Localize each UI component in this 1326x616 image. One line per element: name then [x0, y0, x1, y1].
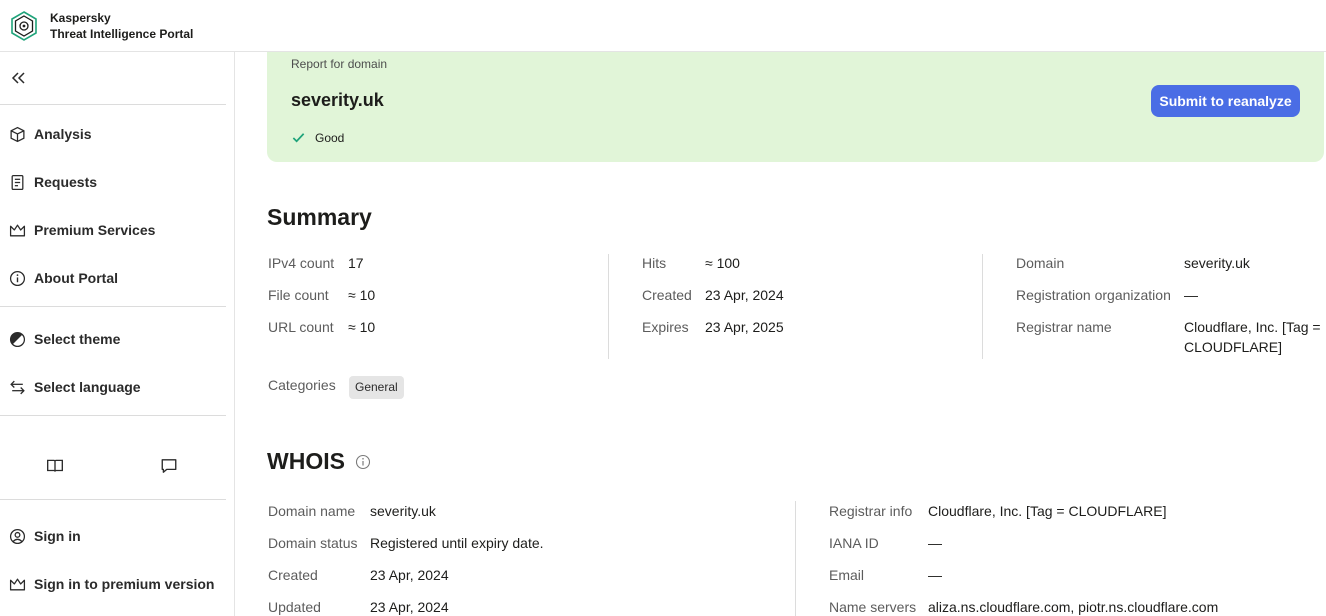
report-label: Report for domain: [291, 57, 388, 71]
info-icon[interactable]: [355, 454, 371, 470]
brand-subtitle: Threat Intelligence Portal: [50, 26, 194, 41]
registration-organization-label: Registration organization: [1016, 287, 1171, 303]
sidebar-item-premium-services[interactable]: Premium Services: [9, 218, 155, 242]
hits-label: Hits: [642, 255, 667, 271]
chat-icon[interactable]: [160, 457, 178, 475]
iana-id-label: IANA ID: [829, 535, 879, 551]
sidebar-divider: [0, 306, 226, 307]
column-divider: [795, 501, 796, 616]
top-header: Kaspersky Threat Intelligence Portal: [0, 0, 1326, 52]
theme-icon: [9, 331, 26, 347]
created-label: Created: [642, 287, 692, 303]
document-icon: [11, 174, 24, 190]
brand-title: Kaspersky: [50, 10, 111, 25]
sidebar-item-label: Premium Services: [34, 222, 156, 238]
category-chip[interactable]: General: [349, 376, 404, 399]
expires-value: 23 Apr, 2025: [705, 319, 784, 335]
url-count-label: URL count: [268, 319, 334, 335]
categories-label: Categories: [268, 377, 336, 393]
language-icon: [10, 380, 25, 394]
sidebar-item-label: Sign in to premium version: [34, 576, 215, 592]
hits-value: ≈ 100: [705, 255, 740, 271]
sidebar-item-about-portal[interactable]: About Portal: [9, 266, 118, 290]
submit-to-reanalyze-button[interactable]: Submit to reanalyze: [1151, 85, 1300, 117]
column-divider: [608, 254, 609, 359]
whois-updated-label: Updated: [268, 599, 321, 615]
sidebar-item-label: Requests: [34, 174, 98, 190]
sidebar-item-requests[interactable]: Requests: [9, 170, 97, 194]
sidebar-divider: [0, 499, 226, 500]
cube-icon: [10, 126, 25, 142]
file-count-label: File count: [268, 287, 329, 303]
domain-name-label: Domain name: [268, 503, 356, 519]
whois-title: WHOIS: [267, 448, 345, 474]
sidebar-item-sign-in-premium[interactable]: Sign in to premium version: [9, 572, 214, 596]
domain-status-label: Domain status: [268, 535, 358, 551]
crown-icon: [9, 224, 26, 236]
status-badge: Good: [291, 130, 344, 145]
whois-created-label: Created: [268, 567, 318, 583]
whois-updated-value: 23 Apr, 2024: [370, 599, 449, 615]
sidebar-item-select-theme[interactable]: Select theme: [9, 327, 120, 351]
crown-icon: [9, 578, 26, 590]
report-domain: severity.uk: [291, 90, 384, 110]
expires-label: Expires: [642, 319, 689, 335]
registrar-info-label: Registrar info: [829, 503, 913, 519]
sidebar-item-select-language[interactable]: Select language: [9, 375, 141, 399]
name-servers-value: aliza.ns.cloudflare.com, piotr.ns.cloudf…: [928, 599, 1219, 615]
main-content: Report for domain severity.uk Good Submi…: [235, 52, 1326, 616]
sidebar-item-analysis[interactable]: Analysis: [9, 122, 92, 146]
name-servers-label: Name servers: [829, 599, 917, 615]
created-value: 23 Apr, 2024: [705, 287, 784, 303]
sidebar-divider: [0, 415, 226, 416]
domain-name-value: severity.uk: [370, 503, 436, 519]
sidebar-item-label: Analysis: [34, 126, 92, 142]
sidebar-item-label: Select theme: [34, 331, 121, 347]
sidebar-item-label: Sign in: [34, 528, 81, 544]
registrar-name-label: Registrar name: [1016, 319, 1112, 335]
brand-name[interactable]: Kaspersky Threat Intelligence Portal: [50, 10, 193, 42]
report-card: Report for domain severity.uk Good Submi…: [267, 52, 1324, 162]
summary-title: Summary: [267, 204, 372, 230]
registrar-info-value: Cloudflare, Inc. [Tag = CLOUDFLARE]: [928, 503, 1167, 519]
user-icon: [9, 528, 26, 544]
domain-label: Domain: [1016, 255, 1065, 271]
sidebar: Analysis Requests Premium Services About…: [0, 52, 235, 616]
url-count-value: ≈ 10: [348, 319, 376, 335]
file-count-value: ≈ 10: [348, 287, 376, 303]
registrar-name-value: Cloudflare, Inc. [Tag = CLOUDFLARE]: [1184, 319, 1321, 355]
email-label: Email: [829, 567, 865, 583]
ipv4-count-label: IPv4 count: [268, 255, 335, 271]
registration-organization-value: —: [1184, 287, 1198, 303]
collapse-sidebar-icon[interactable]: [10, 70, 26, 86]
email-value: —: [928, 567, 942, 583]
iana-id-value: —: [928, 535, 942, 551]
sidebar-item-sign-in[interactable]: Sign in: [9, 524, 81, 548]
whois-created-value: 23 Apr, 2024: [370, 567, 449, 583]
check-icon: [292, 133, 305, 143]
book-icon[interactable]: [46, 457, 64, 475]
column-divider: [982, 254, 983, 359]
sidebar-item-label: About Portal: [34, 270, 118, 286]
info-icon: [9, 270, 26, 286]
domain-value: severity.uk: [1184, 255, 1250, 271]
ipv4-count-value: 17: [348, 255, 364, 271]
status-text: Good: [315, 130, 345, 145]
kaspersky-logo-icon[interactable]: [9, 10, 39, 41]
sidebar-divider: [0, 104, 226, 105]
domain-status-value: Registered until expiry date.: [370, 535, 544, 551]
sidebar-item-label: Select language: [34, 379, 141, 395]
